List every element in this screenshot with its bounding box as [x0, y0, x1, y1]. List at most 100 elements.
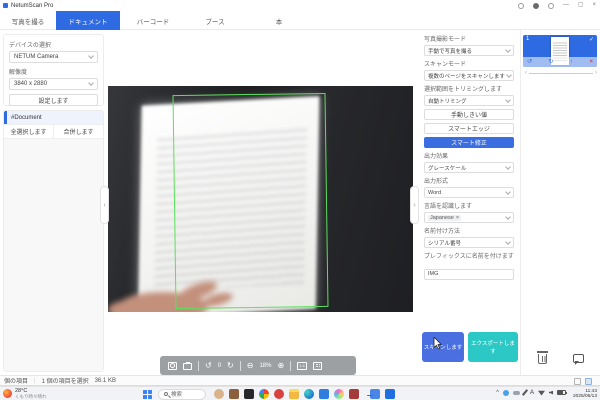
weather-widget[interactable]: 28°C くもり時々晴れ	[3, 388, 47, 399]
rotate-cw-icon[interactable]: ↻	[227, 361, 234, 371]
tray-expand-icon[interactable]: ^	[496, 390, 499, 396]
next-page-button[interactable]: ›	[410, 186, 419, 224]
battery-icon[interactable]	[557, 390, 566, 395]
chevron-down-icon	[505, 239, 511, 245]
zoom-out-icon[interactable]: ⊖	[247, 361, 254, 371]
globe-icon[interactable]	[518, 3, 524, 9]
thumbnail-resize-handle[interactable]: ‹›	[525, 70, 597, 76]
chat-icon[interactable]	[573, 354, 584, 363]
start-button[interactable]	[143, 390, 152, 399]
divider	[240, 361, 241, 371]
resolution-select[interactable]: 3840 x 2880	[9, 78, 98, 90]
ocr-language-label: 言語を認識します	[424, 201, 514, 210]
wifi-icon[interactable]	[538, 390, 545, 396]
thumb-delete-icon[interactable]: ×	[589, 57, 593, 67]
speaker-icon[interactable]	[549, 391, 553, 395]
tab-barcode[interactable]: バーコード	[120, 11, 186, 30]
status-size: 36.1 KB	[95, 378, 116, 384]
photo-mode-select[interactable]: 手動で写真を撮る	[424, 45, 514, 56]
onedrive-icon[interactable]	[513, 391, 520, 395]
snapshot-icon[interactable]	[168, 362, 177, 370]
prev-page-button[interactable]: ‹	[100, 186, 109, 224]
language-tag[interactable]: Japanese ×	[428, 215, 461, 221]
tab-booth[interactable]: ブース	[186, 11, 244, 30]
zoom-in-icon[interactable]: ⊕	[277, 361, 284, 371]
tray-app-icon[interactable]	[503, 390, 509, 396]
app-icon-person[interactable]	[214, 389, 224, 399]
trash-icon[interactable]	[538, 354, 547, 364]
search-icon	[164, 392, 168, 396]
output-effect-select[interactable]: グレースケール	[424, 162, 514, 173]
avatar-icon[interactable]	[533, 3, 539, 9]
tag-close-icon[interactable]: ×	[456, 215, 459, 221]
clock-date: 2025/06/13	[573, 394, 597, 400]
ime-indicator[interactable]: A	[530, 390, 534, 396]
select-all-button[interactable]: 全選択します	[4, 125, 54, 138]
store-icon[interactable]	[319, 389, 329, 399]
document-panel: #Document 全選択します 合併します	[3, 110, 104, 372]
tabbar: 写真を撮る ドキュメント バーコード ブース 本	[0, 11, 600, 30]
smart-fix-button[interactable]: スマート修正	[424, 137, 514, 148]
output-effect-label: 出力効果	[424, 151, 514, 160]
prefix-label: プレフィックスに名前を付けます	[424, 251, 514, 260]
output-format-select[interactable]: Word	[424, 187, 514, 198]
crop-mode-select[interactable]: 自動トリミング	[424, 95, 514, 106]
manual-threshold-button[interactable]: 手動しきい値	[424, 109, 514, 120]
taskbar-apps	[214, 389, 395, 400]
apply-settings-button[interactable]: 設定します	[9, 94, 98, 106]
app-icon-maroon[interactable]	[349, 389, 359, 399]
ocr-language-select[interactable]: Japanese ×	[424, 212, 514, 223]
device-panel: デバイスの選択 NETUM Camera 解像度 3840 x 2880 設定し…	[3, 34, 104, 106]
taskbar: 28°C くもり時々晴れ 検索 ^	[0, 386, 600, 400]
weather-icon	[3, 389, 12, 398]
chevron-down-icon	[88, 80, 94, 86]
merge-button[interactable]: 合併します	[54, 125, 103, 138]
scan-mode-select[interactable]: 複数のページをスキャンします	[424, 70, 514, 81]
device-select[interactable]: NETUM Camera	[9, 51, 98, 63]
thumbnail-item[interactable]: 1 ✓ ↺ ↻ ↑ ×	[523, 35, 597, 67]
prefix-input[interactable]	[424, 269, 514, 280]
rotate-ccw-icon[interactable]: ↺	[205, 361, 212, 371]
titlebar: NetumScan Pro — ▢ ×	[0, 0, 600, 11]
outlook-icon[interactable]	[385, 389, 395, 399]
thumb-rotate-ccw-icon[interactable]: ↺	[527, 57, 532, 67]
app-icon-red[interactable]	[274, 389, 284, 399]
tab-document[interactable]: ドキュメント	[56, 11, 120, 30]
maximize-button[interactable]: ▢	[578, 1, 584, 10]
scan-mode-label: スキャンモード	[424, 59, 514, 68]
fit-screen-icon[interactable]	[313, 362, 322, 370]
chrome-icon[interactable]	[259, 389, 269, 399]
smart-edge-button[interactable]: スマートエッジ	[424, 123, 514, 134]
gear-icon[interactable]	[548, 3, 554, 9]
camera-icon[interactable]	[183, 363, 192, 370]
crop-selection-rect[interactable]	[173, 93, 329, 309]
document-list	[4, 139, 103, 372]
grid-view-icon[interactable]	[585, 378, 592, 385]
taskbar-search[interactable]: 検索	[158, 389, 206, 400]
chevron-down-icon	[88, 53, 94, 59]
scan-button[interactable]: スキャンします	[422, 332, 464, 362]
chevron-down-icon	[506, 72, 512, 78]
minimize-button[interactable]: —	[563, 1, 569, 10]
export-button[interactable]: エクスポートします	[468, 332, 518, 362]
close-button[interactable]: ×	[592, 1, 596, 10]
actual-size-icon[interactable]: 1:1	[297, 362, 307, 370]
app-icon-dark[interactable]	[244, 389, 254, 399]
app-icon-jar[interactable]	[229, 389, 239, 399]
naming-method-select[interactable]: シリアル番号	[424, 237, 514, 248]
thumb-rotate-cw-icon[interactable]: ↻	[549, 57, 554, 67]
resolution-label: 解像度	[9, 67, 98, 76]
taskbar-clock[interactable]: 11:43 2025/06/13	[573, 389, 597, 400]
tab-take-photo[interactable]: 写真を撮る	[0, 11, 56, 30]
tab-book[interactable]: 本	[244, 11, 314, 30]
status-items: 個の項目	[4, 376, 28, 385]
file-explorer-icon[interactable]	[289, 389, 299, 399]
edge-icon[interactable]	[304, 389, 314, 399]
photos-icon[interactable]	[334, 389, 344, 399]
divider	[290, 361, 291, 371]
app-title: NetumScan Pro	[11, 3, 53, 9]
pen-icon[interactable]	[522, 389, 528, 396]
list-view-icon[interactable]	[574, 378, 581, 385]
rotate-value: 0	[218, 363, 221, 369]
thumb-upload-icon[interactable]: ↑	[570, 57, 573, 67]
